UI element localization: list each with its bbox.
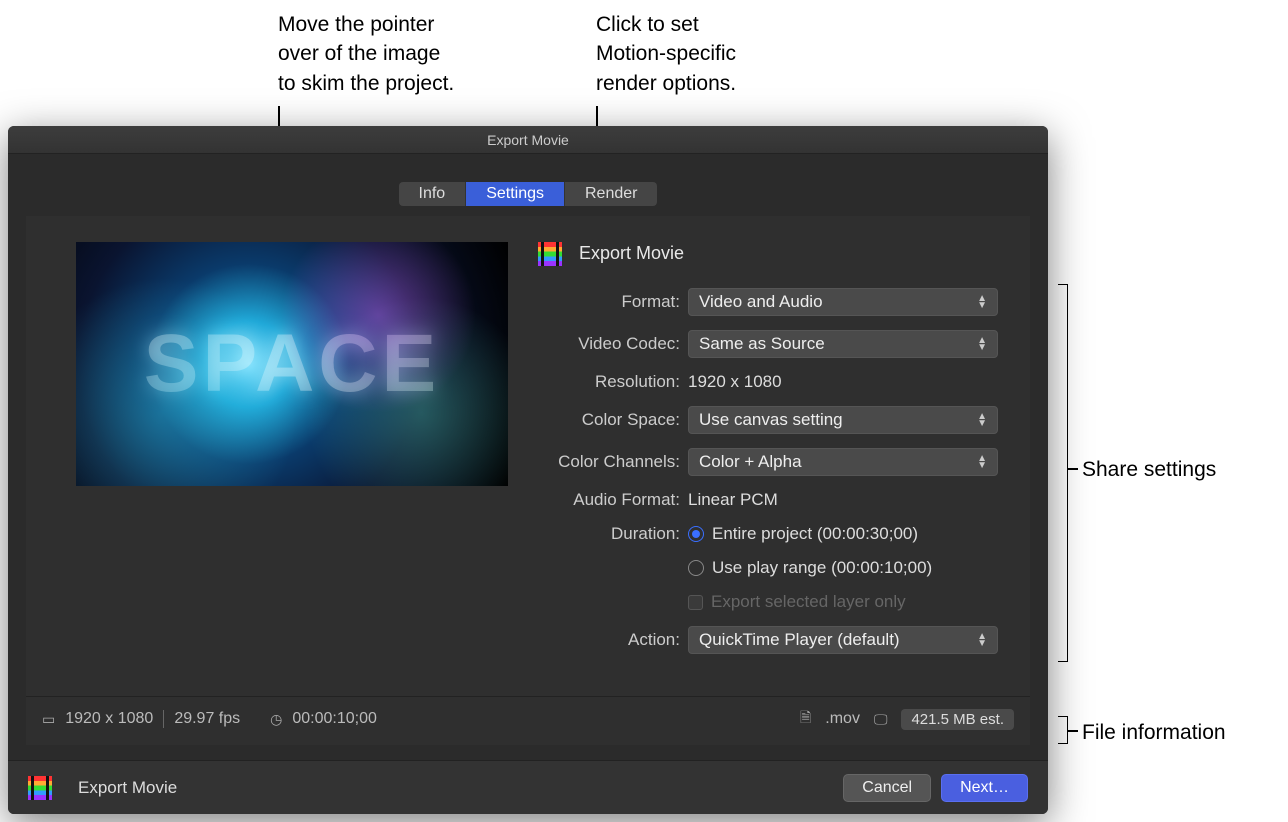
format-value: Video and Audio (699, 292, 823, 312)
format-label: Format: (538, 292, 688, 312)
next-button[interactable]: Next… (941, 774, 1028, 802)
dialog-title: Export Movie (8, 126, 1048, 154)
bracket-fileinfo-stem (1068, 730, 1078, 732)
file-info-bar: ▭ 1920 x 1080 29.97 fps ◷ 00:00:10;00 🗎 … (26, 696, 1030, 745)
divider (163, 710, 164, 728)
audio-format-label: Audio Format: (538, 490, 688, 510)
callout-render: Click to set Motion-specific render opti… (596, 10, 736, 98)
callout-skim: Move the pointer over of the image to sk… (278, 10, 454, 98)
bracket-share (1058, 284, 1068, 662)
file-icon: 🗎 (800, 707, 811, 731)
updown-icon: ▲▼ (977, 337, 987, 351)
video-codec-value: Same as Source (699, 334, 825, 354)
bracket-share-stem (1068, 468, 1078, 470)
action-bar: Export Movie Cancel Next… (8, 760, 1048, 814)
export-layer-label: Export selected layer only (711, 592, 906, 612)
frame-icon: ▭ (42, 711, 55, 728)
duration-label: Duration: (538, 524, 688, 544)
footer-fps: 29.97 fps (174, 710, 240, 728)
color-space-value: Use canvas setting (699, 410, 843, 430)
duration-range-radio[interactable] (688, 560, 704, 576)
color-channels-value: Color + Alpha (699, 452, 802, 472)
duration-range-label: Use play range (00:00:10;00) (712, 558, 932, 578)
clock-icon: ◷ (270, 711, 282, 728)
footer-size-estimate: 421.5 MB est. (901, 709, 1014, 730)
updown-icon: ▲▼ (977, 295, 987, 309)
motion-app-icon (28, 776, 52, 800)
tab-settings[interactable]: Settings (466, 182, 565, 206)
tab-render[interactable]: Render (565, 182, 657, 206)
format-select[interactable]: Video and Audio ▲▼ (688, 288, 998, 316)
resolution-value: 1920 x 1080 (688, 372, 782, 392)
section-title-label: Export Movie (579, 243, 684, 263)
preview-thumbnail[interactable]: SPACE (76, 242, 508, 486)
duration-entire-label: Entire project (00:00:30;00) (712, 524, 918, 544)
actionbar-title: Export Movie (78, 778, 177, 798)
tab-info[interactable]: Info (399, 182, 467, 206)
updown-icon: ▲▼ (977, 633, 987, 647)
color-channels-label: Color Channels: (538, 452, 688, 472)
color-space-select[interactable]: Use canvas setting ▲▼ (688, 406, 998, 434)
bracket-fileinfo (1058, 716, 1068, 744)
export-layer-checkbox (688, 595, 703, 610)
footer-time: 00:00:10;00 (292, 710, 377, 728)
footer-dimensions: 1920 x 1080 (65, 710, 153, 728)
settings-panel: SPACE Export Movie Format: Video and Aud… (26, 216, 1030, 696)
color-space-label: Color Space: (538, 410, 688, 430)
tab-bar: Info Settings Render (8, 182, 1048, 206)
updown-icon: ▲▼ (977, 455, 987, 469)
action-select[interactable]: QuickTime Player (default) ▲▼ (688, 626, 998, 654)
section-title: Export Movie (538, 242, 998, 266)
video-codec-label: Video Codec: (538, 334, 688, 354)
motion-app-icon (538, 242, 562, 266)
action-value: QuickTime Player (default) (699, 630, 900, 650)
callout-share: Share settings (1082, 455, 1216, 484)
resolution-label: Resolution: (538, 372, 688, 392)
audio-format-value: Linear PCM (688, 490, 778, 510)
updown-icon: ▲▼ (977, 413, 987, 427)
cancel-button[interactable]: Cancel (843, 774, 931, 802)
video-codec-select[interactable]: Same as Source ▲▼ (688, 330, 998, 358)
action-label: Action: (538, 630, 688, 650)
export-movie-dialog: Export Movie Info Settings Render SPACE … (8, 126, 1048, 814)
callout-fileinfo: File information (1082, 718, 1226, 747)
footer-ext: .mov (825, 710, 860, 728)
display-icon: 🖵 (874, 711, 888, 728)
color-channels-select[interactable]: Color + Alpha ▲▼ (688, 448, 998, 476)
duration-entire-radio[interactable] (688, 526, 704, 542)
preview-text: SPACE (144, 317, 440, 411)
